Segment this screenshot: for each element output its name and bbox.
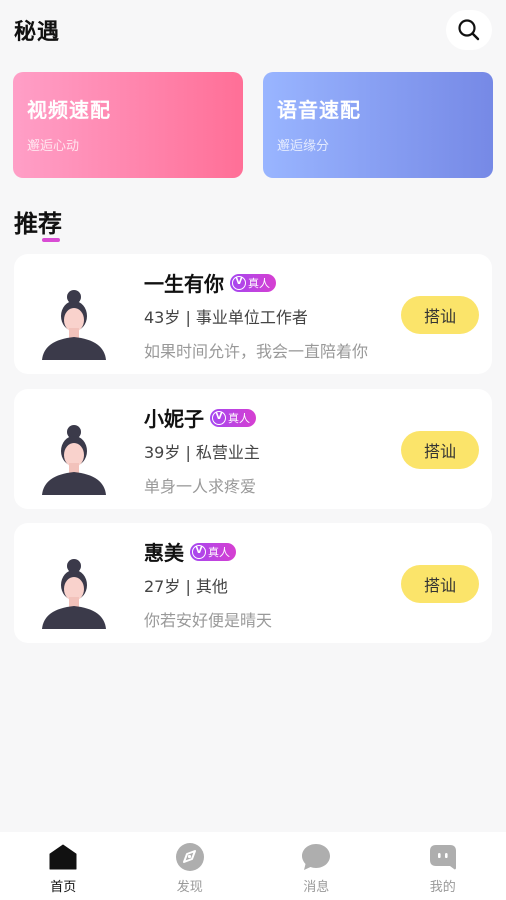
verified-icon: V (212, 410, 226, 425)
user-meta: 39岁 | 私营业主 (144, 443, 260, 462)
search-icon (458, 19, 480, 41)
verified-label: 真人 (208, 545, 230, 559)
search-button[interactable] (446, 10, 492, 50)
home-icon (48, 842, 78, 872)
bottom-nav: 首页 发现 消息 我的 (0, 832, 506, 900)
section-title: 推荐 (14, 210, 62, 238)
user-name: 一生有你 V 真人 (144, 268, 276, 297)
avatar (42, 290, 106, 360)
video-match-subtitle: 邂逅心动 (27, 139, 80, 154)
chat-button[interactable]: 搭讪 (401, 431, 479, 469)
user-card[interactable]: 一生有你 V 真人 43岁 | 事业单位工作者 如果时间允许，我会一直陪着你 搭… (14, 254, 492, 374)
nav-messages[interactable]: 消息 (253, 832, 380, 900)
voice-match-title: 语音速配 (277, 98, 361, 122)
user-name: 惠美 V 真人 (144, 537, 236, 566)
user-name: 小妮子 V 真人 (144, 403, 256, 432)
profile-icon (428, 842, 458, 872)
chat-button[interactable]: 搭讪 (401, 296, 479, 334)
voice-match-subtitle: 邂逅缘分 (277, 139, 330, 154)
user-bio: 你若安好便是晴天 (144, 611, 273, 630)
verified-badge: V 真人 (190, 542, 236, 561)
user-card[interactable]: 惠美 V 真人 27岁 | 其他 你若安好便是晴天 搭讪 (14, 523, 492, 643)
nav-profile-label: 我的 (429, 880, 456, 895)
user-name-text: 小妮子 (144, 407, 204, 431)
chat-button[interactable]: 搭讪 (401, 565, 479, 603)
verified-label: 真人 (248, 276, 270, 290)
compass-icon (175, 842, 205, 872)
verified-badge: V 真人 (210, 408, 256, 427)
user-meta: 43岁 | 事业单位工作者 (144, 308, 308, 327)
nav-discover[interactable]: 发现 (127, 832, 254, 900)
nav-home[interactable]: 首页 (0, 832, 127, 900)
verified-icon: V (232, 275, 246, 290)
user-bio: 单身一人求疼爱 (144, 477, 257, 496)
user-bio: 如果时间允许，我会一直陪着你 (144, 342, 369, 361)
user-card[interactable]: 小妮子 V 真人 39岁 | 私营业主 单身一人求疼爱 搭讪 (14, 389, 492, 509)
section-underline (42, 238, 60, 242)
video-match-card[interactable]: 视频速配 邂逅心动 (13, 72, 243, 178)
header: 秘遇 (0, 0, 506, 62)
video-match-title: 视频速配 (27, 98, 111, 122)
user-meta: 27岁 | 其他 (144, 577, 228, 596)
verified-icon: V (192, 544, 206, 559)
nav-discover-label: 发现 (176, 880, 203, 895)
nav-messages-label: 消息 (303, 880, 330, 895)
message-icon (301, 842, 331, 872)
user-name-text: 一生有你 (144, 272, 224, 296)
app-title: 秘遇 (14, 20, 61, 45)
avatar (42, 425, 106, 495)
voice-match-card[interactable]: 语音速配 邂逅缘分 (263, 72, 493, 178)
verified-badge: V 真人 (230, 273, 276, 292)
verified-label: 真人 (228, 411, 250, 425)
nav-home-label: 首页 (50, 880, 77, 895)
avatar (42, 559, 106, 629)
user-name-text: 惠美 (144, 541, 184, 565)
nav-profile[interactable]: 我的 (380, 832, 506, 900)
